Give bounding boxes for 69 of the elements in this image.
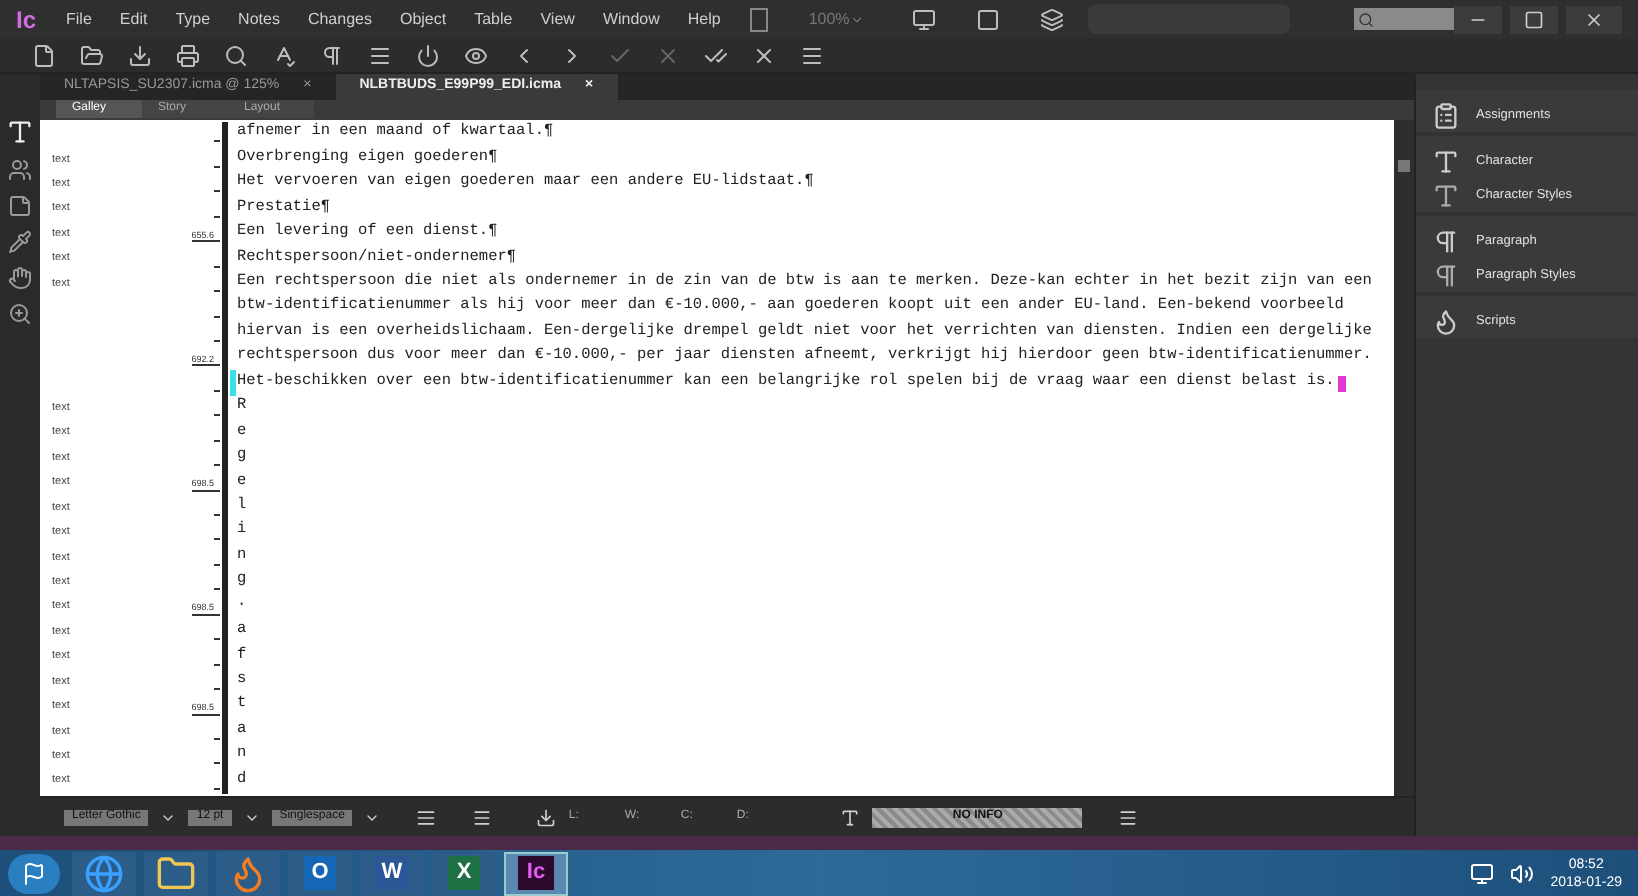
line-tick: [214, 339, 220, 342]
line-tick: [214, 688, 220, 691]
app-logo: W: [373, 856, 411, 890]
line-tick: [214, 514, 220, 516]
hand-icon[interactable]: [8, 266, 32, 290]
line-tick: [214, 290, 220, 293]
taskbar-app[interactable]: [144, 851, 208, 895]
line-tick: [214, 464, 220, 467]
search-icon: [1357, 11, 1374, 27]
volume-icon[interactable]: [1510, 861, 1535, 885]
folder-icon: [156, 853, 196, 893]
search-field[interactable]: [1353, 8, 1454, 30]
menu-icon[interactable]: [472, 807, 493, 827]
frame-icon[interactable]: [975, 7, 1000, 31]
menu-item[interactable]: Type: [161, 7, 225, 31]
eyedropper-icon[interactable]: [8, 230, 32, 254]
line-tick: [214, 787, 220, 790]
taskbar-app[interactable]: X: [432, 851, 496, 895]
menu-item[interactable]: View: [526, 7, 589, 31]
taskbar-app[interactable]: Ic: [504, 851, 568, 895]
menu-item[interactable]: Notes: [224, 7, 294, 31]
menu-item[interactable]: Table: [460, 7, 527, 31]
pilcrow-icon: [1432, 261, 1460, 289]
pilcrow-icon: [1432, 227, 1460, 255]
taskbar-app[interactable]: [216, 851, 280, 895]
type-icon[interactable]: [840, 807, 861, 827]
maximize-icon: [1524, 9, 1544, 29]
app-logo: X: [448, 856, 480, 890]
line-tick: [214, 215, 220, 218]
menu-item[interactable]: File: [52, 7, 106, 31]
view-icon[interactable]: [750, 7, 769, 31]
type-icon: [1432, 181, 1460, 209]
menu-item[interactable]: Window: [588, 7, 674, 31]
app-logo: Ic: [14, 3, 39, 37]
align-icon[interactable]: [416, 807, 437, 827]
clipboard-icon: [1432, 101, 1460, 129]
arrange-icon[interactable]: [1039, 7, 1064, 31]
close-icon: [1584, 9, 1604, 29]
windows-flag-icon: [22, 861, 46, 885]
app-logo: O: [303, 856, 337, 890]
people-icon[interactable]: [8, 158, 32, 182]
taskbar-app[interactable]: [72, 851, 136, 895]
start-button[interactable]: [8, 853, 60, 893]
menu-item[interactable]: Object: [385, 7, 461, 31]
type-tool-icon[interactable]: [6, 118, 34, 146]
maximize-button[interactable]: [1510, 5, 1558, 33]
screen-mode-icon[interactable]: [911, 7, 936, 31]
download-icon[interactable]: [536, 807, 557, 827]
line-tick: [214, 737, 220, 740]
close-button[interactable]: [1566, 5, 1622, 33]
menu-icon[interactable]: [1118, 807, 1139, 827]
menu-item[interactable]: Help: [673, 7, 735, 31]
browser-icon: [84, 853, 124, 893]
taskbar-app[interactable]: W: [360, 851, 424, 895]
network-icon[interactable]: [1470, 861, 1495, 885]
line-tick: [214, 165, 220, 168]
menu-item[interactable]: Edit: [105, 7, 162, 31]
scrollbar[interactable]: [1394, 120, 1414, 796]
line-tick: [214, 240, 220, 243]
note-tool-icon[interactable]: [8, 194, 32, 218]
line-tick: [214, 389, 220, 392]
line-tick: [214, 613, 220, 616]
line-tick: [214, 563, 220, 566]
zoom-icon[interactable]: [8, 302, 32, 326]
taskbar-app[interactable]: O: [288, 851, 352, 895]
app-logo: Ic: [518, 856, 554, 890]
line-tick: [214, 638, 220, 641]
type-icon: [1432, 147, 1460, 175]
menu-item[interactable]: Changes: [293, 7, 386, 31]
